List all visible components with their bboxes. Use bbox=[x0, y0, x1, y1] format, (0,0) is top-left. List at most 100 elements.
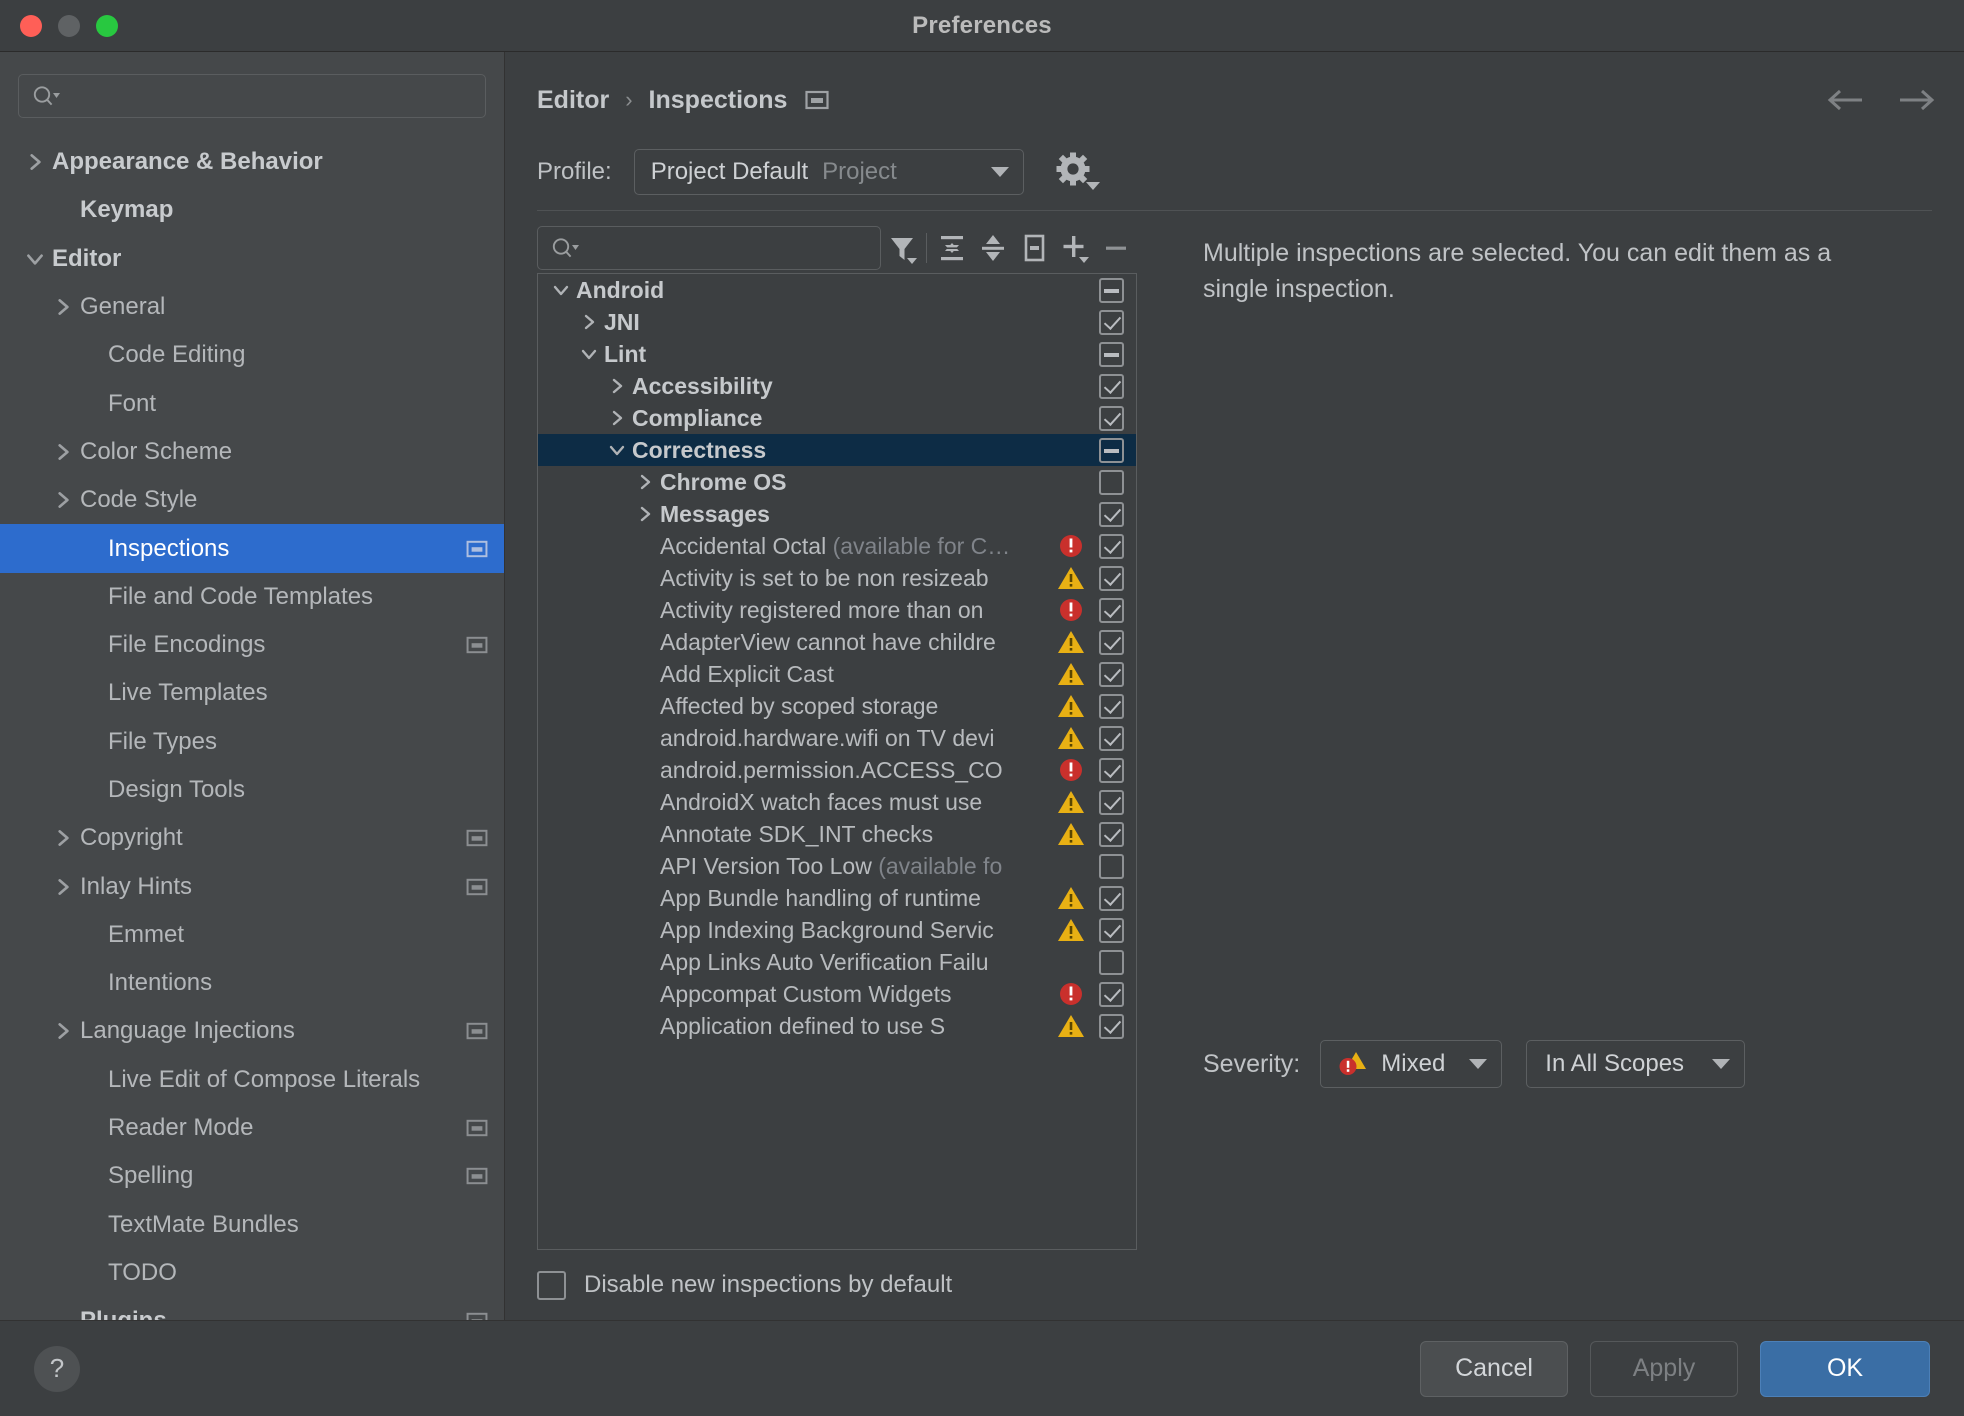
filter-icon[interactable] bbox=[881, 226, 922, 270]
sidebar-item-inspections[interactable]: Inspections bbox=[0, 524, 504, 573]
tree-checkbox[interactable] bbox=[1098, 629, 1124, 655]
tree-checkbox[interactable] bbox=[1098, 949, 1124, 975]
tree-row[interactable]: Correctness bbox=[538, 434, 1136, 466]
chevron-right-icon[interactable] bbox=[630, 504, 660, 524]
tree-row-checkbox[interactable] bbox=[1094, 981, 1128, 1007]
chevron-right-icon[interactable] bbox=[574, 312, 604, 332]
back-arrow-icon[interactable] bbox=[1824, 88, 1868, 112]
tree-row-checkbox[interactable] bbox=[1094, 917, 1128, 943]
gear-icon[interactable] bbox=[1052, 149, 1104, 195]
tree-row-checkbox[interactable] bbox=[1094, 885, 1128, 911]
chevron-right-icon[interactable] bbox=[46, 441, 80, 463]
tree-checkbox[interactable] bbox=[1098, 469, 1124, 495]
tree-checkbox[interactable] bbox=[1098, 309, 1124, 335]
sidebar-item-color-scheme[interactable]: Color Scheme bbox=[0, 428, 504, 476]
sidebar-item-language-injections[interactable]: Language Injections bbox=[0, 1007, 504, 1055]
tree-checkbox[interactable] bbox=[1098, 597, 1124, 623]
sidebar-item-plugins[interactable]: Plugins bbox=[0, 1297, 504, 1320]
sidebar-item-file-encodings[interactable]: File Encodings bbox=[0, 621, 504, 669]
chevron-right-icon[interactable] bbox=[46, 827, 80, 849]
tree-checkbox[interactable] bbox=[1098, 693, 1124, 719]
tree-row[interactable]: Affected by scoped storage bbox=[538, 690, 1136, 722]
sidebar-item-reader-mode[interactable]: Reader Mode bbox=[0, 1104, 504, 1152]
tree-row-checkbox[interactable] bbox=[1094, 693, 1128, 719]
tree-row-checkbox[interactable] bbox=[1094, 725, 1128, 751]
tree-row-checkbox[interactable] bbox=[1094, 821, 1128, 847]
tree-row[interactable]: Compliance bbox=[538, 402, 1136, 434]
chevron-right-icon[interactable] bbox=[18, 151, 52, 173]
tree-checkbox[interactable] bbox=[1098, 501, 1124, 527]
tree-row-checkbox[interactable] bbox=[1094, 789, 1128, 815]
chevron-right-icon[interactable] bbox=[46, 1020, 80, 1042]
tree-checkbox[interactable] bbox=[1098, 853, 1124, 879]
chevron-right-icon[interactable] bbox=[602, 376, 632, 396]
tree-row[interactable]: JNI bbox=[538, 306, 1136, 338]
tree-row-checkbox[interactable] bbox=[1094, 373, 1128, 399]
tree-row-checkbox[interactable] bbox=[1094, 949, 1128, 975]
tree-row[interactable]: API Version Too Low (available fo bbox=[538, 850, 1136, 882]
sidebar-item-code-editing[interactable]: Code Editing bbox=[0, 331, 504, 379]
profile-dropdown[interactable]: Project Default Project bbox=[633, 149, 1024, 195]
tree-row[interactable]: Application defined to use S bbox=[538, 1010, 1136, 1042]
sidebar-item-todo[interactable]: TODO bbox=[0, 1249, 504, 1297]
sidebar-item-editor[interactable]: Editor bbox=[0, 235, 504, 283]
tree-checkbox[interactable] bbox=[1098, 917, 1124, 943]
tree-row-checkbox[interactable] bbox=[1094, 341, 1128, 367]
maximize-window-button[interactable] bbox=[96, 14, 118, 37]
cancel-button[interactable]: Cancel bbox=[1420, 1340, 1568, 1397]
tree-row[interactable]: Messages bbox=[538, 498, 1136, 530]
inspection-search-box[interactable] bbox=[537, 226, 881, 270]
chevron-down-icon[interactable] bbox=[602, 440, 632, 460]
chevron-right-icon[interactable] bbox=[46, 876, 80, 898]
tree-row-checkbox[interactable] bbox=[1094, 277, 1128, 303]
tree-checkbox[interactable] bbox=[1098, 1013, 1124, 1039]
breadcrumb-parent[interactable]: Editor bbox=[537, 86, 609, 115]
tree-checkbox[interactable] bbox=[1098, 661, 1124, 687]
sidebar-search-box[interactable] bbox=[18, 74, 486, 118]
tree-row-checkbox[interactable] bbox=[1094, 853, 1128, 879]
tree-row-checkbox[interactable] bbox=[1094, 1013, 1128, 1039]
tree-row[interactable]: Appcompat Custom Widgets bbox=[538, 978, 1136, 1010]
tree-row[interactable]: android.permission.ACCESS_CO bbox=[538, 754, 1136, 786]
sidebar-item-code-style[interactable]: Code Style bbox=[0, 476, 504, 524]
tree-checkbox[interactable] bbox=[1098, 725, 1124, 751]
tree-row[interactable]: AndroidX watch faces must use bbox=[538, 786, 1136, 818]
remove-icon[interactable] bbox=[1096, 226, 1137, 270]
forward-arrow-icon[interactable] bbox=[1894, 88, 1938, 112]
inspection-search-input[interactable] bbox=[580, 235, 868, 261]
tree-row[interactable]: App Bundle handling of runtime bbox=[538, 882, 1136, 914]
sidebar-search-input[interactable] bbox=[61, 82, 473, 110]
sidebar-item-appearance-behavior[interactable]: Appearance & Behavior bbox=[0, 138, 504, 186]
tree-row[interactable]: android.hardware.wifi on TV devi bbox=[538, 722, 1136, 754]
chevron-right-icon[interactable] bbox=[46, 296, 80, 318]
tree-checkbox[interactable] bbox=[1098, 565, 1124, 591]
tree-row-checkbox[interactable] bbox=[1094, 405, 1128, 431]
chevron-down-icon[interactable] bbox=[574, 344, 604, 364]
tree-row[interactable]: Annotate SDK_INT checks bbox=[538, 818, 1136, 850]
disable-new-inspections-checkbox[interactable] bbox=[537, 1270, 566, 1300]
sidebar-item-inlay-hints[interactable]: Inlay Hints bbox=[0, 862, 504, 910]
add-icon[interactable] bbox=[1055, 226, 1096, 270]
inspection-tree[interactable]: Android JNI Lint Accessibility Compliance Cor… bbox=[537, 273, 1137, 1250]
tree-row-checkbox[interactable] bbox=[1094, 661, 1128, 687]
reset-icon[interactable] bbox=[1013, 226, 1054, 270]
tree-row-checkbox[interactable] bbox=[1094, 565, 1128, 591]
tree-row-checkbox[interactable] bbox=[1094, 469, 1128, 495]
help-button[interactable]: ? bbox=[34, 1345, 80, 1392]
tree-row[interactable]: AdapterView cannot have childre bbox=[538, 626, 1136, 658]
sidebar-item-copyright[interactable]: Copyright bbox=[0, 814, 504, 862]
tree-checkbox[interactable] bbox=[1098, 789, 1124, 815]
collapse-all-icon[interactable] bbox=[972, 226, 1013, 270]
sidebar-item-spelling[interactable]: Spelling bbox=[0, 1152, 504, 1200]
close-window-button[interactable] bbox=[20, 14, 42, 37]
chevron-down-icon[interactable] bbox=[18, 248, 52, 270]
sidebar-item-intentions[interactable]: Intentions bbox=[0, 959, 504, 1007]
sidebar-item-keymap[interactable]: Keymap bbox=[0, 186, 504, 234]
sidebar-item-file-types[interactable]: File Types bbox=[0, 718, 504, 766]
tree-row[interactable]: Activity registered more than on bbox=[538, 594, 1136, 626]
tree-row-checkbox[interactable] bbox=[1094, 757, 1128, 783]
expand-all-icon[interactable] bbox=[931, 226, 972, 270]
chevron-down-icon[interactable] bbox=[546, 280, 576, 300]
tree-checkbox[interactable] bbox=[1098, 437, 1124, 463]
tree-row-checkbox[interactable] bbox=[1094, 309, 1128, 335]
